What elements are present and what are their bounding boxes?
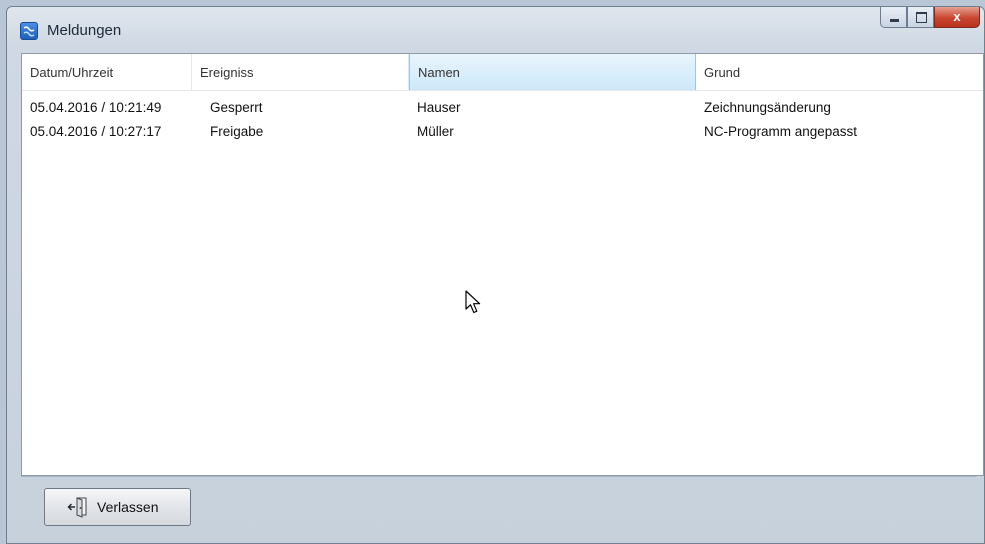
window-title: Meldungen: [47, 22, 122, 39]
close-icon: x: [953, 9, 961, 24]
row-namen: Hauser: [417, 100, 461, 115]
footer-divider: [21, 476, 976, 477]
minimize-icon: [890, 19, 899, 22]
maximize-icon: [916, 12, 927, 23]
column-header-ereigniss[interactable]: Ereigniss: [192, 54, 409, 90]
column-header-grund[interactable]: Grund: [696, 54, 983, 90]
row-grund: NC-Programm angepasst: [704, 124, 858, 139]
table-row[interactable]: 05.04.2016 / 10:21:49 Gesperrt Hauser Ze…: [22, 100, 983, 124]
title-bar[interactable]: Meldungen x: [7, 7, 984, 53]
row-datum: 05.04.2016 / 10:21:49: [30, 100, 162, 115]
exit-button-label: Verlassen: [97, 499, 159, 515]
list-header: Datum/Uhrzeit Ereigniss Namen Grund: [22, 54, 983, 91]
messages-list[interactable]: Datum/Uhrzeit Ereigniss Namen Grund 05.0…: [21, 53, 984, 476]
meldungen-window: Meldungen x Datum/Uhrzeit Ereigniss Name…: [6, 6, 985, 544]
caption-buttons: x: [880, 7, 980, 29]
maximize-button[interactable]: [907, 7, 934, 28]
column-header-namen[interactable]: Namen: [409, 54, 696, 90]
door-exit-icon: [67, 496, 89, 518]
minimize-button[interactable]: [880, 7, 907, 28]
app-icon: [20, 22, 38, 40]
row-namen: Müller: [417, 124, 454, 139]
mouse-pointer-icon: [465, 290, 483, 321]
row-grund: Zeichnungsänderung: [704, 100, 831, 115]
close-button[interactable]: x: [934, 7, 980, 28]
exit-button[interactable]: Verlassen: [44, 488, 191, 526]
row-ereigniss: Gesperrt: [210, 100, 263, 115]
table-row[interactable]: 05.04.2016 / 10:27:17 Freigabe Müller NC…: [22, 124, 983, 148]
row-ereigniss: Freigabe: [210, 124, 264, 139]
column-header-datum[interactable]: Datum/Uhrzeit: [22, 54, 192, 90]
row-datum: 05.04.2016 / 10:27:17: [30, 124, 162, 139]
